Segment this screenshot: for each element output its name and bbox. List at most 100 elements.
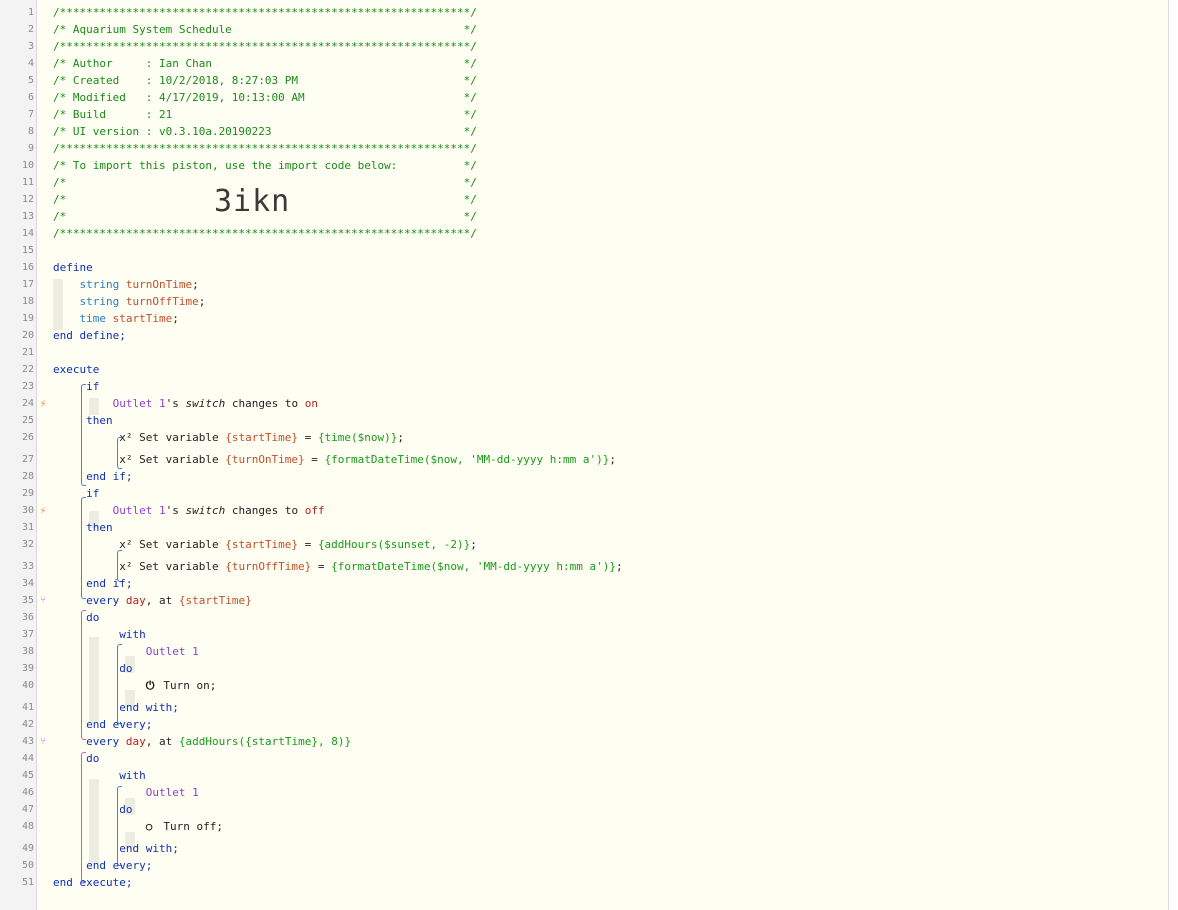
code-token: ;	[615, 560, 623, 573]
code-line[interactable]: end with;	[53, 840, 179, 857]
keyword: do	[86, 752, 100, 765]
code-line[interactable]: /***************************************…	[53, 225, 477, 242]
code-line[interactable]: end with;	[53, 699, 179, 716]
line-number: 33	[21, 561, 34, 572]
code-line[interactable]: string turnOnTime;	[53, 276, 199, 293]
expression: {formatDateTime($now, 'MM-dd-yyyy h:mm a…	[324, 453, 610, 466]
code-line[interactable]: Outlet 1	[53, 643, 199, 660]
line-number: 50	[21, 860, 34, 871]
code-line[interactable]: Outlet 1	[53, 784, 199, 801]
code-line[interactable]: ○ Turn off;	[53, 818, 223, 835]
line-number: 2	[27, 24, 34, 35]
code-line[interactable]: /* Author : Ian Chan */	[53, 55, 477, 72]
comment-text: /***************************************…	[53, 40, 477, 53]
code-line[interactable]: x² Set variable {turnOffTime} = {formatD…	[53, 558, 623, 575]
bolt-icon: ⚡	[39, 397, 47, 410]
variable-name: {startTime}	[225, 538, 299, 551]
code-line[interactable]: x² Set variable {turnOnTime} = {formatDa…	[53, 451, 616, 468]
code-token: =	[304, 453, 325, 466]
code-line[interactable]: end if;	[53, 468, 132, 485]
code-line[interactable]: with	[53, 767, 146, 784]
code-line[interactable]: every day, at {addHours({startTime}, 8)}	[53, 733, 351, 750]
code-token: ;	[192, 278, 199, 291]
expression: {addHours({startTime}, 8)}	[178, 735, 352, 748]
variable-name: {turnOnTime}	[225, 453, 305, 466]
code-line[interactable]: if	[53, 378, 99, 395]
code-line[interactable]: do	[53, 750, 99, 767]
code-token: ;	[198, 295, 206, 308]
code-line[interactable]: x² Set variable {startTime} = {addHours(…	[53, 536, 477, 553]
code-line[interactable]: /***************************************…	[53, 38, 477, 55]
comment-text: /* Build : 21 */	[53, 108, 477, 121]
line-number: 3	[27, 41, 34, 52]
code-line[interactable]: /***************************************…	[53, 140, 477, 157]
line-number: 47	[21, 804, 34, 815]
line-number: 5	[27, 75, 34, 86]
code-line[interactable]: end if;	[53, 575, 132, 592]
code-token: Set variable	[132, 453, 226, 466]
code-line[interactable]: then	[53, 519, 113, 536]
code-line[interactable]: do	[53, 609, 99, 626]
code-line[interactable]: /* Build : 21 */	[53, 106, 477, 123]
comment-text: /***************************************…	[53, 6, 477, 19]
code-token: , at	[145, 735, 179, 748]
code-line[interactable]: time startTime;	[53, 310, 179, 327]
line-number: 6	[27, 92, 34, 103]
code-line[interactable]: define	[53, 259, 93, 276]
keyword: if	[86, 380, 100, 393]
code-line[interactable]: /* Modified : 4/17/2019, 10:13:00 AM */	[53, 89, 477, 106]
code-line[interactable]: end execute;	[53, 874, 132, 891]
code-line[interactable]: /* Created : 10/2/2018, 8:27:03 PM */	[53, 72, 477, 89]
code-line[interactable]: x² Set variable {startTime} = {time($now…	[53, 429, 404, 446]
code-token: Turn on;	[156, 679, 217, 692]
value-literal: day	[125, 735, 146, 748]
code-line[interactable]: do	[53, 660, 132, 677]
line-number: 26	[21, 432, 34, 443]
keyword: end if;	[86, 577, 133, 590]
variable-name: {startTime}	[178, 594, 252, 607]
timer-fork-icon: ⑂	[40, 736, 46, 747]
set-variable-icon: x²	[119, 453, 133, 466]
code-line[interactable]: if	[53, 485, 99, 502]
code-line[interactable]: ⏻ Turn on;	[53, 677, 217, 694]
variable-name: turnOnTime	[125, 278, 193, 291]
code-line[interactable]: Outlet 1's switch changes to off	[53, 502, 325, 519]
code-line[interactable]: /* UI version : v0.3.10a.20190223 */	[53, 123, 477, 140]
line-number: 27	[21, 454, 34, 465]
code-line[interactable]: end define;	[53, 327, 126, 344]
line-number: 48	[21, 821, 34, 832]
device-name: Outlet 1	[145, 786, 199, 799]
power-off-icon: ○	[145, 820, 153, 833]
expression: {formatDateTime($now, 'MM-dd-yyyy h:mm a…	[331, 560, 616, 573]
code-token: =	[311, 560, 332, 573]
line-number: 45	[21, 770, 34, 781]
code-line[interactable]: then	[53, 412, 113, 429]
piston-code-editor: 1 2 3 4 5 6 7 8 9 10 11 12 13 14 15 16 17 18 19 20 21 22 23 24 2…	[0, 0, 1169, 910]
code-line[interactable]: /* To import this piston, use the import…	[53, 157, 477, 174]
code-token: ;	[172, 312, 179, 325]
code-line[interactable]: /***************************************…	[53, 4, 477, 21]
line-number: 1	[27, 7, 34, 18]
code-line[interactable]: end every;	[53, 857, 152, 874]
variable-name: {turnOffTime}	[225, 560, 312, 573]
code-line[interactable]: execute	[53, 361, 99, 378]
comment-text: /* UI version : v0.3.10a.20190223 */	[53, 125, 477, 138]
code-line[interactable]: string turnOffTime;	[53, 293, 206, 310]
code-line[interactable]: end every;	[53, 716, 152, 733]
line-number: 34	[21, 578, 34, 589]
code-line[interactable]: every day, at {startTime}	[53, 592, 252, 609]
code-line[interactable]: /* Aquarium System Schedule */	[53, 21, 477, 38]
keyword: end with;	[119, 842, 179, 855]
code-line[interactable]: with	[53, 626, 146, 643]
code-line[interactable]: Outlet 1's switch changes to on	[53, 395, 318, 412]
code-line[interactable]: do	[53, 801, 132, 818]
